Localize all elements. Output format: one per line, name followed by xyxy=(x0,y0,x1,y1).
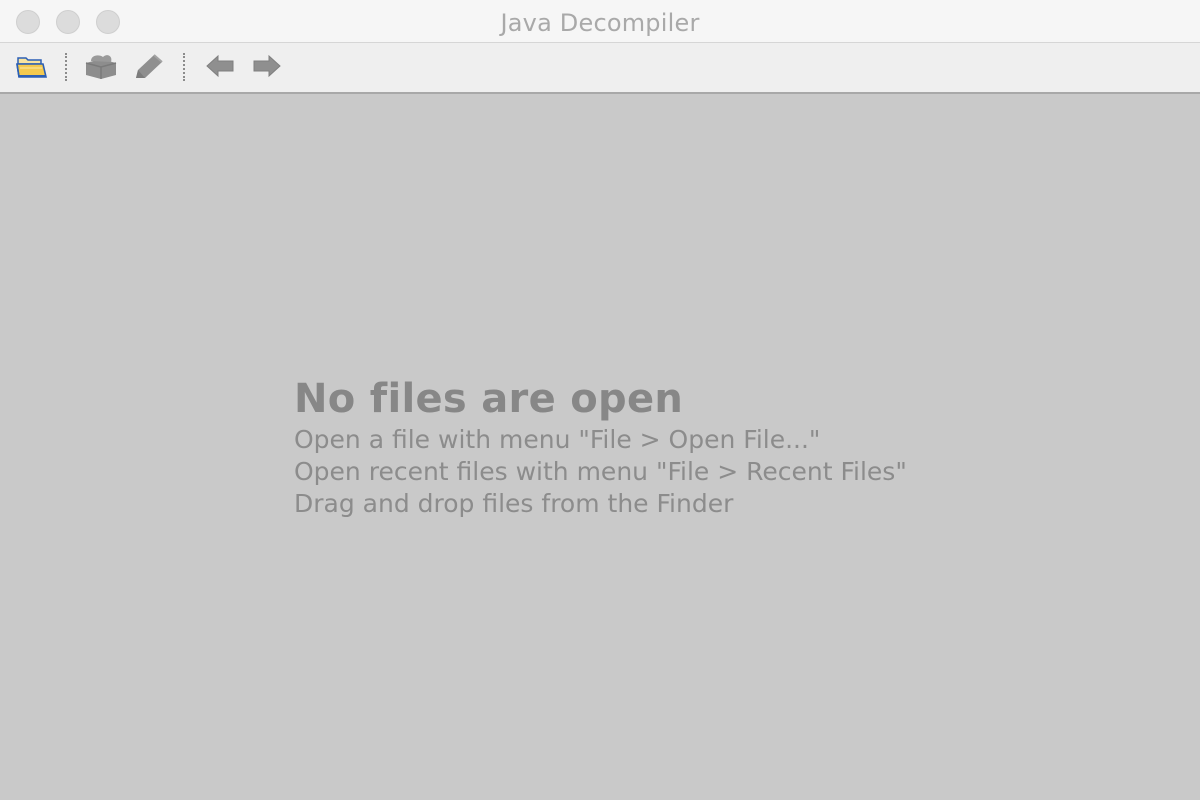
open-file-button[interactable] xyxy=(14,51,50,85)
toolbar-separator xyxy=(65,53,67,81)
window-title: Java Decompiler xyxy=(500,9,700,37)
package-icon xyxy=(83,51,119,85)
empty-state-message: No files are open Open a file with menu … xyxy=(294,374,907,520)
search-button[interactable] xyxy=(131,51,167,85)
toolbar xyxy=(0,43,1200,94)
toolbar-separator xyxy=(183,53,185,81)
forward-button[interactable] xyxy=(249,51,285,85)
title-bar[interactable]: Java Decompiler xyxy=(0,0,1200,43)
back-arrow-icon xyxy=(204,52,236,84)
empty-state-hint-drag-drop: Drag and drop files from the Finder xyxy=(294,489,734,518)
forward-arrow-icon xyxy=(251,52,283,84)
empty-state-hint-open-file: Open a file with menu "File > Open File.… xyxy=(294,425,821,454)
open-type-button[interactable] xyxy=(83,51,119,85)
pencil-icon xyxy=(132,51,166,85)
back-button[interactable] xyxy=(202,51,238,85)
app-window: Java Decompiler No files are open Open a… xyxy=(0,0,1200,800)
empty-state-hint-recent-files: Open recent files with menu "File > Rece… xyxy=(294,457,907,486)
empty-state-headline: No files are open xyxy=(294,376,684,422)
open-folder-icon xyxy=(15,52,49,84)
main-content-area[interactable]: No files are open Open a file with menu … xyxy=(0,94,1200,800)
